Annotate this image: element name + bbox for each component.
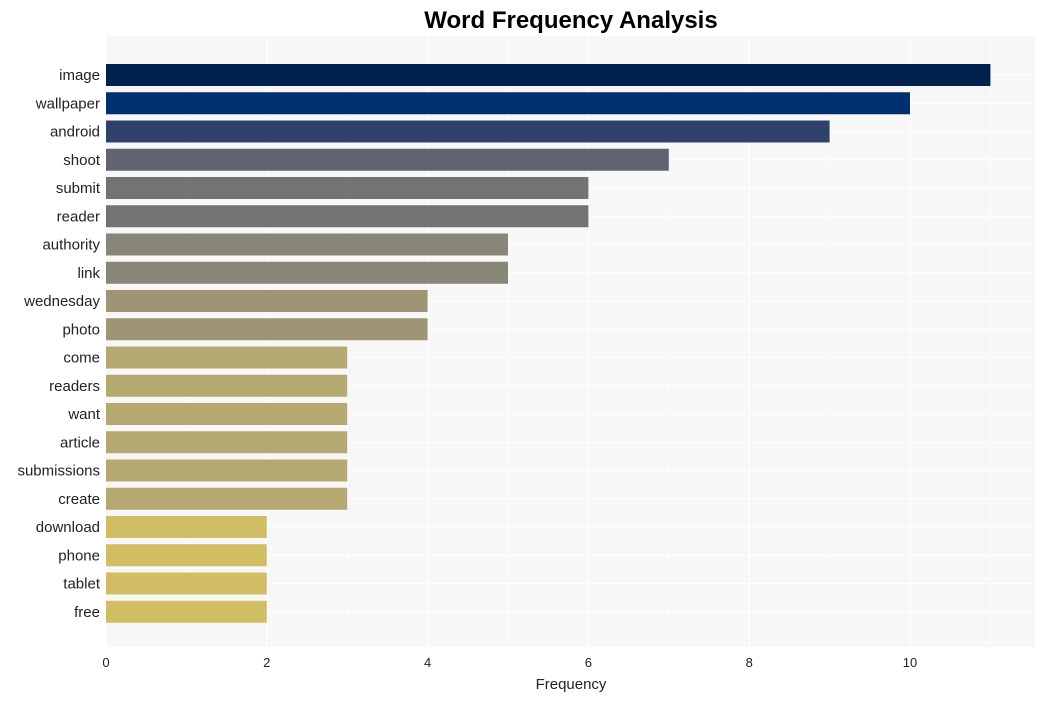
x-tick-0: 0	[102, 655, 109, 670]
y-label-want: want	[67, 406, 101, 423]
x-tick-6: 6	[585, 655, 592, 670]
y-label-submit: submit	[56, 180, 101, 197]
y-label-android: android	[50, 124, 100, 141]
bar-come	[106, 346, 348, 369]
y-label-article: article	[60, 434, 100, 451]
bar-submit	[106, 177, 589, 199]
x-axis-ticks: 0 2 4 6 8 10	[102, 655, 917, 670]
bar-link	[106, 261, 508, 284]
x-tick-8: 8	[746, 655, 753, 670]
x-tick-4: 4	[424, 655, 431, 670]
bar-image	[106, 64, 991, 86]
bar-phone	[106, 544, 267, 567]
x-axis-label: Frequency	[536, 676, 607, 693]
y-label-free: free	[74, 604, 100, 621]
bar-wallpaper	[106, 92, 910, 115]
y-label-wednesday: wednesday	[23, 293, 100, 310]
bar-shoot	[106, 148, 669, 171]
bar-tablet	[106, 572, 267, 595]
y-label-authority: authority	[42, 237, 100, 254]
y-label-shoot: shoot	[63, 152, 101, 169]
bar-download	[106, 516, 267, 538]
y-label-link: link	[77, 265, 100, 282]
bar-photo	[106, 318, 428, 341]
bar-authority	[106, 233, 508, 256]
y-label-reader: reader	[57, 208, 100, 225]
y-label-image: image	[59, 67, 100, 84]
y-label-wallpaper: wallpaper	[35, 95, 100, 112]
y-label-phone: phone	[58, 547, 100, 564]
y-label-submissions: submissions	[17, 463, 100, 480]
bar-reader	[106, 205, 589, 228]
y-label-download: download	[36, 519, 100, 536]
bar-wednesday	[106, 290, 428, 312]
bar-submissions	[106, 459, 348, 482]
y-label-photo: photo	[62, 321, 100, 338]
bar-free	[106, 600, 267, 623]
bar-want	[106, 403, 348, 425]
bar-readers	[106, 374, 348, 397]
x-tick-2: 2	[263, 655, 270, 670]
chart-title: Word Frequency Analysis	[424, 7, 717, 34]
y-axis-labels: image wallpaper android shoot submit reader au…	[17, 67, 100, 621]
bar-chart: image wallpaper android shoot submit reader au…	[17, 7, 1035, 693]
y-label-readers: readers	[49, 378, 100, 395]
y-label-come: come	[63, 350, 100, 367]
x-tick-10: 10	[903, 655, 917, 670]
bar-create	[106, 487, 348, 510]
y-label-tablet: tablet	[63, 576, 101, 593]
y-label-create: create	[58, 491, 100, 508]
bar-android	[106, 120, 830, 143]
bar-article	[106, 431, 348, 454]
